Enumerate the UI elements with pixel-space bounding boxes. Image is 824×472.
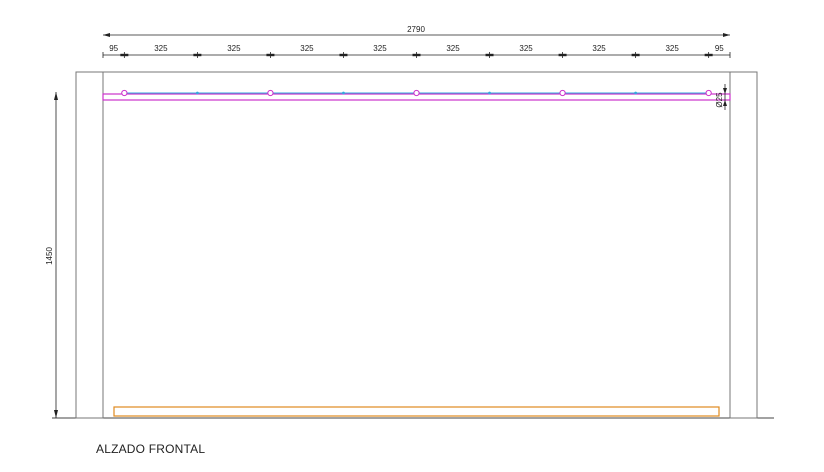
overall-dim-arrow-left bbox=[103, 33, 110, 37]
drawing-title: ALZADO FRONTAL bbox=[96, 442, 206, 456]
left-post bbox=[75, 71, 104, 419]
segment-dims: 95 325 325 325 325 325 325 325 325 95 bbox=[102, 44, 731, 58]
nozzle-point bbox=[342, 91, 345, 95]
segment-arrowhead bbox=[558, 53, 567, 57]
segment-arrowhead bbox=[120, 53, 129, 57]
segment-arrowhead bbox=[412, 53, 421, 57]
nozzle-marker bbox=[413, 89, 420, 97]
nozzle-point bbox=[634, 91, 638, 95]
base-plate bbox=[113, 406, 720, 417]
segment-dim-label: 325 bbox=[373, 44, 387, 53]
right-post bbox=[729, 71, 758, 419]
diameter-label: Ø25 bbox=[715, 92, 724, 108]
segment-dim-label: 325 bbox=[446, 44, 460, 53]
segment-arrowhead bbox=[704, 53, 713, 57]
elevation-drawing: 2790 95 325 325 325 325 325 325 325 325 95 1450 Ø… bbox=[45, 25, 774, 419]
nozzle-marker bbox=[267, 89, 274, 97]
height-dim-arrow-top bbox=[54, 92, 58, 100]
segment-dim-label: 95 bbox=[109, 44, 118, 53]
nozzle-marker bbox=[121, 89, 128, 97]
segment-arrowhead bbox=[339, 53, 348, 57]
overall-dim-arrow-right bbox=[723, 33, 730, 37]
segment-dim-label: 325 bbox=[519, 44, 533, 53]
segment-dim-label: 325 bbox=[592, 44, 606, 53]
nozzle-marker bbox=[559, 89, 566, 97]
nozzle-point bbox=[488, 91, 491, 95]
segment-arrowhead bbox=[631, 53, 640, 57]
nozzle-marker bbox=[705, 89, 712, 97]
height-dim-arrow-bottom bbox=[54, 410, 58, 418]
segment-arrowhead bbox=[485, 53, 494, 57]
segment-dim-label: 325 bbox=[154, 44, 168, 53]
segment-arrowhead bbox=[266, 53, 275, 57]
height-dim-label: 1450 bbox=[45, 247, 54, 265]
segment-arrowhead bbox=[193, 53, 202, 57]
segment-dim-label: 325 bbox=[665, 44, 679, 53]
segment-dim-label: 325 bbox=[227, 44, 241, 53]
nozzle-point bbox=[195, 91, 199, 95]
segment-dim-label: 325 bbox=[300, 44, 314, 53]
segment-dim-label: 95 bbox=[715, 44, 724, 53]
overall-dim-label: 2790 bbox=[407, 25, 425, 34]
